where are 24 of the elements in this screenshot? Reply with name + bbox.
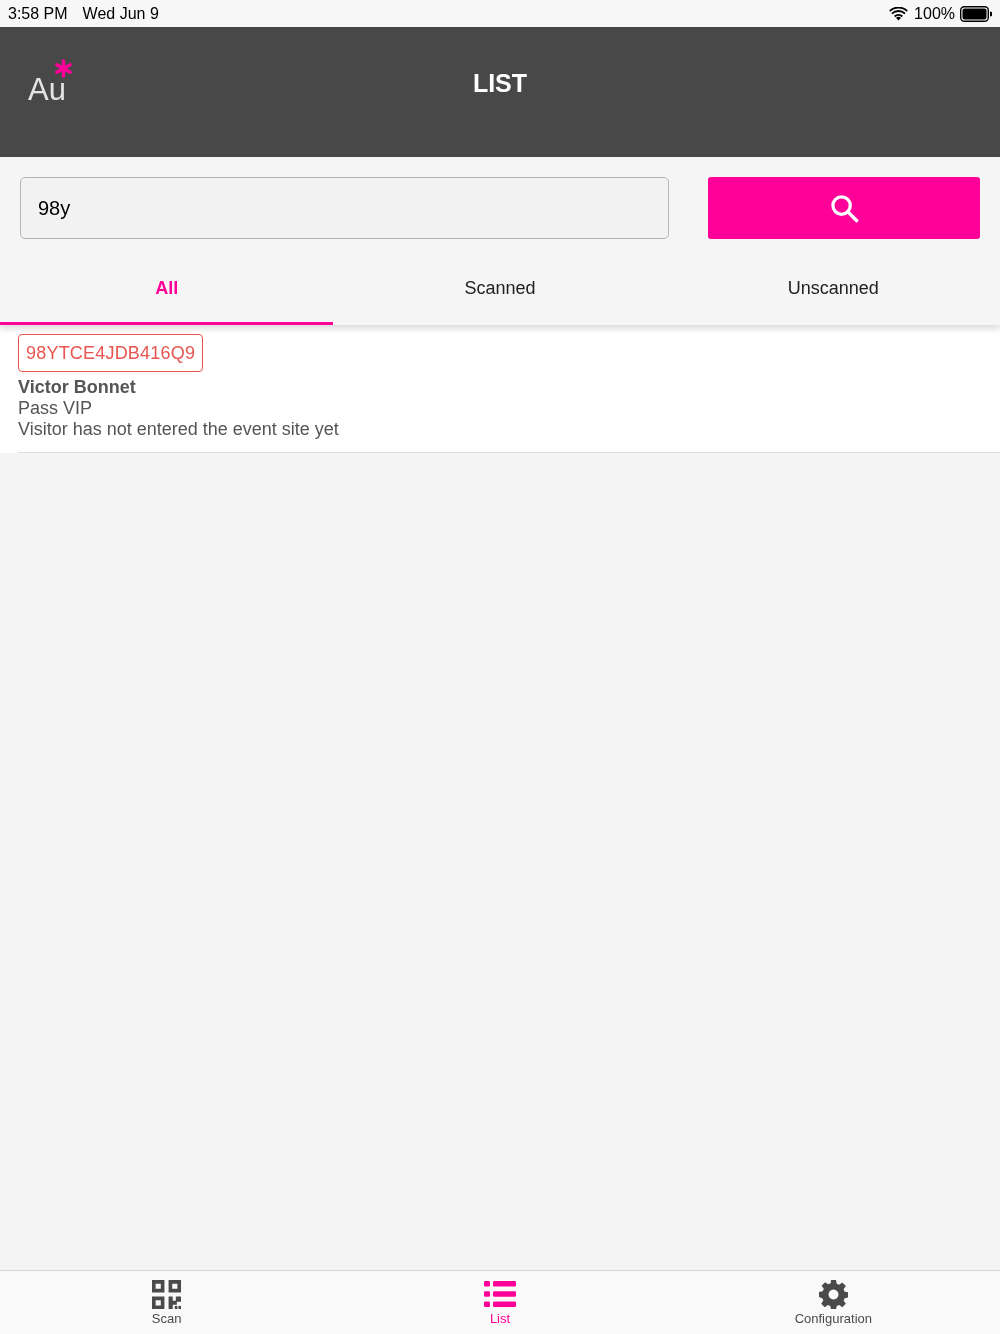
logo-text: Au — [28, 73, 66, 107]
filter-tab[interactable]: Unscanned — [666, 259, 1000, 325]
status-time: 3:58 PM — [8, 4, 68, 23]
pass-type: Pass VIP — [18, 398, 93, 419]
nav-tab[interactable]: List — [333, 1271, 667, 1334]
search-icon — [829, 193, 859, 223]
search-field[interactable]: 98y — [20, 177, 669, 239]
nav-tab[interactable]: Scan — [0, 1271, 334, 1334]
search-button[interactable] — [708, 177, 980, 239]
battery-percent: 100% — [914, 4, 955, 23]
page-title: LIST — [472, 68, 528, 98]
nav-tab[interactable]: Configuration — [666, 1271, 1000, 1334]
visitor-status: Visitor has not entered the event site yet — [18, 419, 339, 440]
filter-tab[interactable]: Scanned — [333, 259, 667, 325]
settings-icon — [818, 1280, 848, 1309]
asterisk-icon — [53, 59, 73, 78]
wifi-icon — [889, 6, 909, 21]
battery-icon — [960, 5, 992, 22]
status-date: Wed Jun 9 — [82, 4, 159, 23]
list-icon — [484, 1281, 516, 1307]
qr-code-icon — [152, 1280, 182, 1309]
visitor-list-item[interactable]: 98YTCE4JDB416Q9 Victor Bonnet Pass VIP Visitor has not entered the event site yet — [0, 325, 1000, 453]
visitor-name: Victor Bonnet — [18, 377, 136, 398]
ticket-code-tag: 98YTCE4JDB416Q9 — [18, 334, 204, 372]
